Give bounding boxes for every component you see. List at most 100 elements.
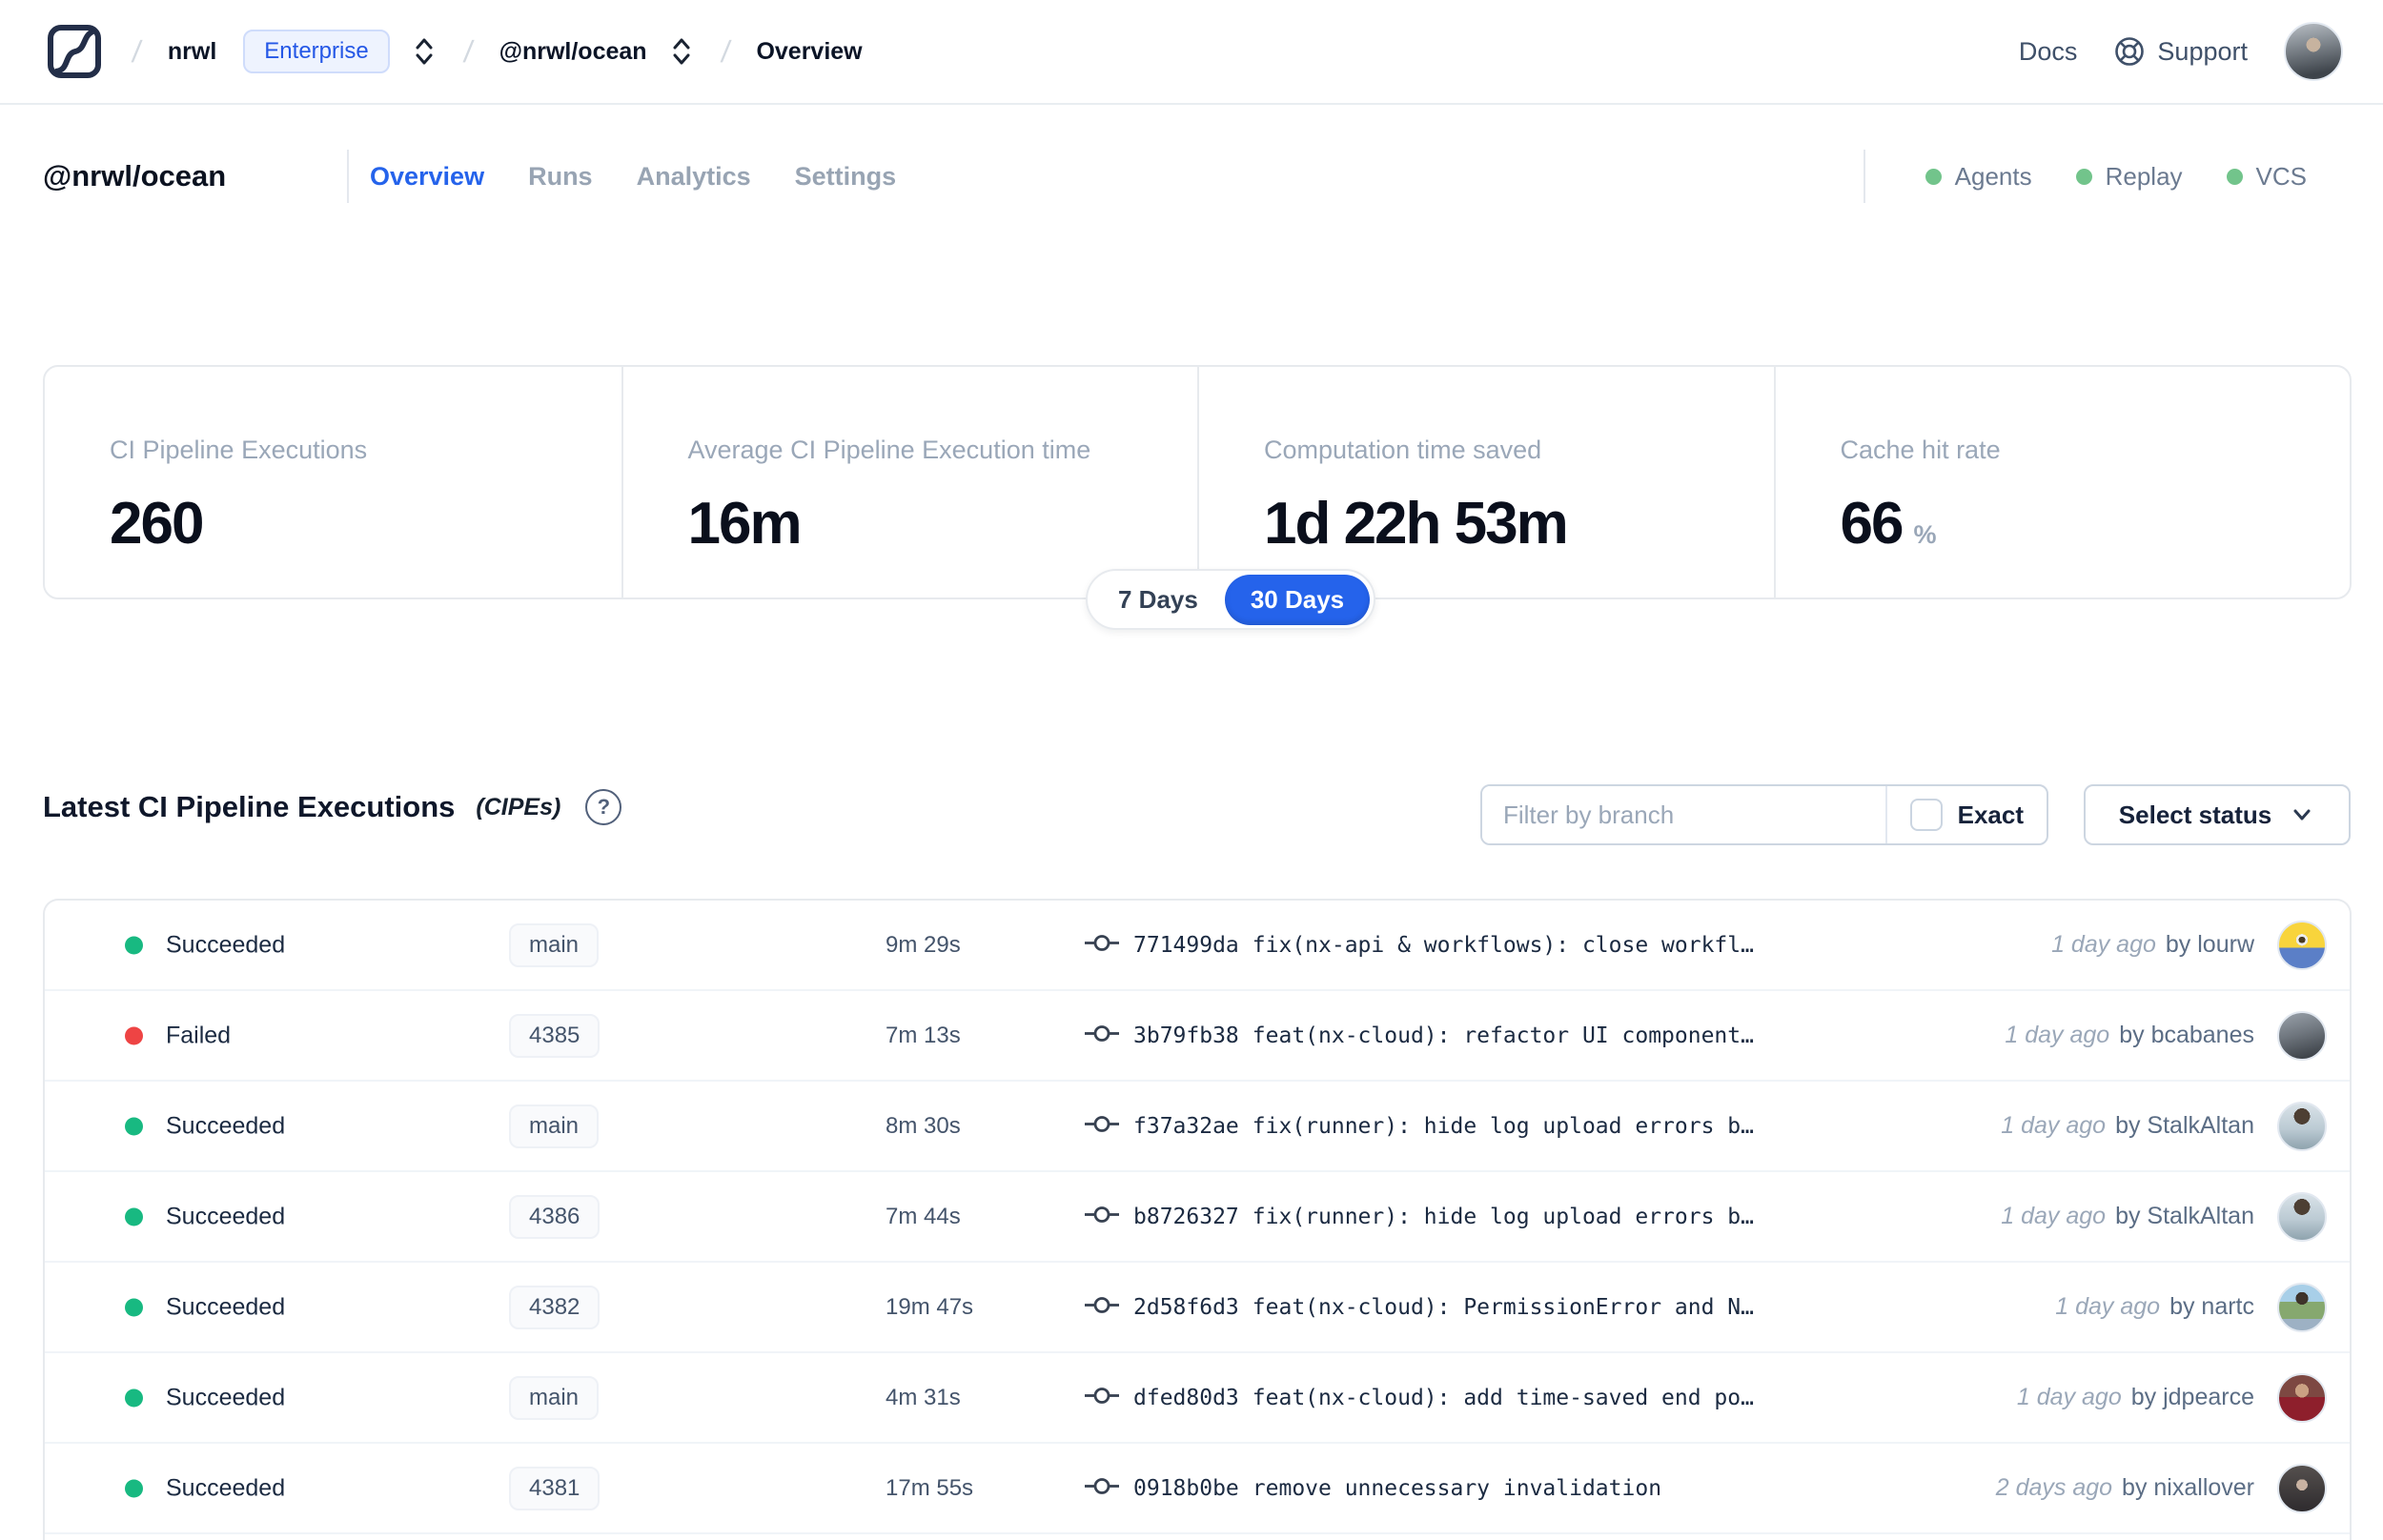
branch-badge: 4382 xyxy=(509,1285,601,1329)
docs-link[interactable]: Docs xyxy=(2019,37,2078,67)
support-link[interactable]: Support xyxy=(2113,35,2248,68)
breadcrumb: / nrwl Enterprise / @nrwl/ocean / Overvi… xyxy=(43,20,863,83)
breadcrumb-project[interactable]: @nrwl/ocean xyxy=(499,38,647,66)
status-dot-icon xyxy=(125,1207,143,1226)
git-commit-icon xyxy=(1084,1021,1120,1050)
chevron-down-icon xyxy=(2293,809,2311,821)
status-label: Succeeded xyxy=(166,1384,286,1410)
tab-overview[interactable]: Overview xyxy=(370,162,484,192)
support-label: Support xyxy=(2157,36,2248,66)
stat-computation-time-saved: Computation time saved 1d 22h 53m xyxy=(1197,367,1774,598)
status-dot-icon xyxy=(125,1026,143,1044)
branch-badge: main xyxy=(509,1104,600,1148)
commit-message: feat(nx-cloud): PermissionError and N… xyxy=(1252,1294,1754,1320)
cipe-table-body: Succeeded main 9m 29s 771499da fix(nx-ap… xyxy=(45,901,2350,1534)
tab-runs[interactable]: Runs xyxy=(528,162,593,192)
breadcrumb-page: Overview xyxy=(756,37,863,65)
status-label: Succeeded xyxy=(166,1112,286,1139)
table-row[interactable]: Succeeded 4382 19m 47s 2d58f6d3 feat(nx-… xyxy=(45,1263,2350,1353)
git-commit-icon xyxy=(1084,1292,1120,1322)
date-range-toggle: 7 Days 30 Days xyxy=(1086,569,1376,630)
table-row[interactable]: Succeeded 4386 7m 44s b8726327 fix(runne… xyxy=(45,1172,2350,1263)
branch-filter-input[interactable] xyxy=(1482,786,1885,843)
table-row[interactable]: Succeeded main 8m 30s f37a32ae fix(runne… xyxy=(45,1082,2350,1172)
breadcrumb-workspace[interactable]: nrwl xyxy=(168,38,216,66)
commit-hash: 3b79fb38 xyxy=(1133,1023,1239,1048)
lifebuoy-icon xyxy=(2115,37,2145,66)
author-avatar xyxy=(2277,1463,2327,1513)
status-label: Succeeded xyxy=(166,1293,286,1320)
commit-message: feat(nx-cloud): add time-saved end po… xyxy=(1252,1385,1754,1410)
project-header: @nrwl/ocean Overview Runs Analytics Sett… xyxy=(0,105,2383,248)
user-avatar[interactable] xyxy=(2284,22,2343,81)
tab-analytics[interactable]: Analytics xyxy=(637,162,751,192)
nx-cloud-logo-icon[interactable] xyxy=(43,20,106,83)
author-avatar xyxy=(2277,1010,2327,1061)
green-status-dot-icon xyxy=(2075,168,2092,185)
branch-badge: 4386 xyxy=(509,1194,601,1239)
commit-message: remove unnecessary invalidation xyxy=(1252,1475,1662,1501)
duration: 8m 30s xyxy=(886,1112,961,1139)
table-row[interactable]: Failed 4385 7m 13s 3b79fb38 feat(nx-clou… xyxy=(45,991,2350,1082)
divider xyxy=(347,150,349,203)
range-7-days[interactable]: 7 Days xyxy=(1091,585,1225,615)
time-ago: 1 day ago xyxy=(2001,1112,2107,1139)
workspace-switcher-icon[interactable] xyxy=(411,34,438,69)
duration: 19m 47s xyxy=(886,1293,974,1320)
stat-cache-hit-rate: Cache hit rate 66% xyxy=(1773,367,2351,598)
author: by StalkAltan xyxy=(2115,1112,2254,1139)
commit-message: feat(nx-cloud): refactor UI component… xyxy=(1252,1023,1754,1048)
table-row[interactable]: Succeeded main 4m 31s dfed80d3 feat(nx-c… xyxy=(45,1353,2350,1444)
time-ago: 1 day ago xyxy=(2001,1203,2107,1229)
table-row[interactable]: Succeeded main 9m 29s 771499da fix(nx-ap… xyxy=(45,901,2350,991)
green-status-dot-icon xyxy=(2226,168,2243,185)
breadcrumb-separator: / xyxy=(461,33,476,69)
time-ago: 1 day ago xyxy=(2016,1384,2122,1410)
help-icon[interactable]: ? xyxy=(585,789,622,825)
range-30-days[interactable]: 30 Days xyxy=(1224,574,1371,625)
duration: 7m 13s xyxy=(886,1022,961,1048)
plan-badge[interactable]: Enterprise xyxy=(243,30,390,73)
exact-filter: Exact xyxy=(1884,786,2047,843)
commit-hash: f37a32ae xyxy=(1133,1113,1239,1139)
commit-message: fix(runner): hide log upload errors b… xyxy=(1252,1113,1754,1139)
author-avatar xyxy=(2277,1282,2327,1332)
indicator-replay[interactable]: Replay xyxy=(2075,162,2183,192)
branch-badge: 4385 xyxy=(509,1013,601,1058)
author: by StalkAltan xyxy=(2115,1203,2254,1229)
project-switcher-icon[interactable] xyxy=(668,34,695,69)
time-ago: 1 day ago xyxy=(2051,931,2156,958)
exact-label: Exact xyxy=(1957,800,2024,829)
table-row[interactable]: Succeeded 4381 17m 55s 0918b0be remove u… xyxy=(45,1444,2350,1534)
exact-checkbox[interactable] xyxy=(1909,799,1943,831)
cipe-table: Succeeded main 9m 29s 771499da fix(nx-ap… xyxy=(43,899,2352,1540)
branch-badge: main xyxy=(509,1375,600,1420)
author: by jdpearce xyxy=(2130,1384,2254,1410)
author: by nartc xyxy=(2169,1293,2254,1320)
indicator-agents[interactable]: Agents xyxy=(1925,162,2032,192)
duration: 4m 31s xyxy=(886,1384,961,1410)
duration: 9m 29s xyxy=(886,931,961,958)
page-title: @nrwl/ocean xyxy=(43,159,227,192)
commit-hash: b8726327 xyxy=(1133,1204,1239,1229)
commit-hash: 771499da xyxy=(1133,932,1239,958)
status-dot-icon xyxy=(125,1298,143,1316)
git-commit-icon xyxy=(1084,1383,1120,1412)
project-tabs: Overview Runs Analytics Settings xyxy=(370,105,896,248)
commit-hash: 0918b0be xyxy=(1133,1475,1239,1501)
branch-filter-group: Exact xyxy=(1480,784,2048,845)
author: by lourw xyxy=(2165,931,2254,958)
status-select-dropdown[interactable]: Select status xyxy=(2084,784,2351,845)
author-avatar xyxy=(2277,920,2327,970)
indicator-vcs[interactable]: VCS xyxy=(2226,162,2307,192)
green-status-dot-icon xyxy=(1925,168,1942,185)
branch-badge: main xyxy=(509,922,600,967)
divider xyxy=(1864,150,1865,203)
status-dot-icon xyxy=(125,1388,143,1407)
section-title: Latest CI Pipeline Executions xyxy=(43,790,456,823)
status-dot-icon xyxy=(125,936,143,954)
git-commit-icon xyxy=(1084,1202,1120,1231)
tab-settings[interactable]: Settings xyxy=(795,162,897,192)
time-ago: 2 days ago xyxy=(1995,1474,2113,1501)
breadcrumb-separator: / xyxy=(719,33,733,69)
